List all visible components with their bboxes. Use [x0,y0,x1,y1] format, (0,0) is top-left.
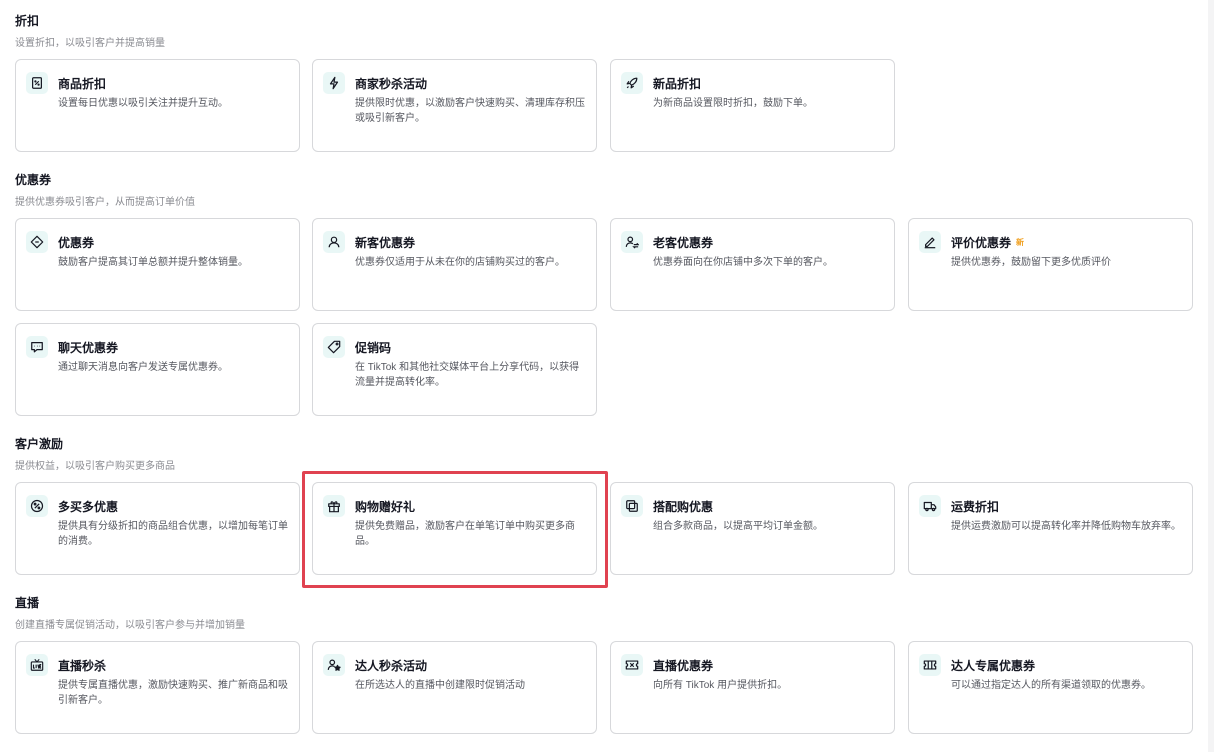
pen-icon [919,231,941,253]
card-title: 商品折扣 [58,77,107,91]
card-title: 达人专属优惠券 [951,659,1036,673]
card-promo-code[interactable]: 促销码 在 TikTok 和其他社交媒体平台上分享代码，以获得流量并提高转化率。 [312,323,597,416]
card-title: 优惠券 [58,236,95,250]
card-description: 提供优惠券，鼓励留下更多优质评价 [951,257,1111,268]
card-description: 优惠券仅适用于从未在你的店铺购买过的客户。 [355,257,565,268]
card-description: 在 TikTok 和其他社交媒体平台上分享代码，以获得流量并提高转化率。 [355,362,580,388]
card-description: 设置每日优惠以吸引关注并提升互动。 [58,98,228,109]
card-shipping-discount[interactable]: 运费折扣 提供运费激励可以提高转化率并降低购物车放弃率。 [908,482,1193,575]
creator-star-icon [323,654,345,676]
card-flash-sale[interactable]: 商家秒杀活动 提供限时优惠，以激励客户快速购买、清理库存积压或吸引新客户。 [312,59,597,152]
card-title: 运费折扣 [951,500,1000,514]
card-title: 多买多优惠 [58,500,119,514]
card-description: 可以通过指定达人的所有渠道领取的优惠券。 [951,680,1151,691]
card-title: 搭配购优惠 [653,500,714,514]
card-title-text: 评价优惠券 [951,236,1012,250]
section-subtitle-discount: 设置折扣，以吸引客户并提高销量 [15,38,165,49]
section-title-live: 直播 [15,596,40,610]
card-title: 聊天优惠券 [58,341,119,355]
card-returning-customer-coupon[interactable]: 老客优惠券 优惠券面向在你店铺中多次下单的客户。 [610,218,895,311]
ticket-icon [919,654,941,676]
card-description: 提供限时优惠，以激励客户快速购买、清理库存积压或吸引新客户。 [355,98,585,124]
card-description: 优惠券面向在你店铺中多次下单的客户。 [653,257,833,268]
card-description: 提供运费激励可以提高转化率并降低购物车放弃率。 [951,521,1181,532]
card-title: 老客优惠券 [653,236,714,250]
card-creator-flash-sale[interactable]: 达人秒杀活动 在所选达人的直播中创建限时促销活动 [312,641,597,734]
section-title-discount: 折扣 [15,14,40,28]
card-title: 直播秒杀 [58,659,107,673]
card-title: 促销码 [355,341,392,355]
card-description: 鼓励客户提高其订单总额并提升整体销量。 [58,257,248,268]
discount-tag-icon [26,72,48,94]
new-badge: 新 [1016,238,1025,247]
card-description: 组合多款商品，以提高平均订单金额。 [653,521,823,532]
lightning-icon [323,72,345,94]
card-description: 提供专属直播优惠，激励快速购买、推广新商品和吸引新客户。 [58,680,288,706]
card-product-discount[interactable]: 商品折扣 设置每日优惠以吸引关注并提升互动。 [15,59,300,152]
chat-icon [26,336,48,358]
card-title: 商家秒杀活动 [355,77,428,91]
section-title-coupons: 优惠券 [15,173,52,187]
card-coupon[interactable]: 优惠券 鼓励客户提高其订单总额并提升整体销量。 [15,218,300,311]
card-description: 向所有 TikTok 用户提供折扣。 [653,680,788,691]
section-subtitle-live: 创建直播专属促销活动，以吸引客户参与并增加销量 [15,620,245,631]
live-coupon-icon [621,654,643,676]
card-title: 新品折扣 [653,77,702,91]
card-tiered-discount[interactable]: 多买多优惠 提供具有分级折扣的商品组合优惠，以增加每笔订单的消费。 [15,482,300,575]
percent-icon [26,495,48,517]
card-title: 评价优惠券新 [951,234,1024,251]
card-chat-coupon[interactable]: 聊天优惠券 通过聊天消息向客户发送专属优惠券。 [15,323,300,416]
card-live-coupon[interactable]: 直播优惠券 向所有 TikTok 用户提供折扣。 [610,641,895,734]
section-subtitle-customer-incentives: 提供权益，以吸引客户购买更多商品 [15,461,175,472]
card-review-coupon[interactable]: 评价优惠券新 提供优惠券，鼓励留下更多优质评价 [908,218,1193,311]
card-description: 提供免费赠品，激励客户在单笔订单中购买更多商品。 [355,521,575,547]
card-bundle-deal[interactable]: 搭配购优惠 组合多款商品，以提高平均订单金额。 [610,482,895,575]
card-title: 达人秒杀活动 [355,659,428,673]
returning-user-icon [621,231,643,253]
card-new-product-discount[interactable]: 新品折扣 为新商品设置限时折扣，鼓励下单。 [610,59,895,152]
live-tv-icon [26,654,48,676]
gift-icon [323,495,345,517]
card-new-customer-coupon[interactable]: 新客优惠券 优惠券仅适用于从未在你的店铺购买过的客户。 [312,218,597,311]
card-gift-with-purchase[interactable]: 购物赠好礼 提供免费赠品，激励客户在单笔订单中购买更多商品。 [312,482,597,575]
section-subtitle-coupons: 提供优惠券吸引客户，从而提高订单价值 [15,197,195,208]
card-description: 通过聊天消息向客户发送专属优惠券。 [58,362,228,373]
section-title-customer-incentives: 客户激励 [15,437,64,451]
card-title: 新客优惠券 [355,236,416,250]
delivery-truck-icon [919,495,941,517]
coupon-icon [26,231,48,253]
user-icon [323,231,345,253]
card-title: 购物赠好礼 [355,500,416,514]
card-title: 直播优惠券 [653,659,714,673]
card-creator-exclusive-coupon[interactable]: 达人专属优惠券 可以通过指定达人的所有渠道领取的优惠券。 [908,641,1193,734]
card-description: 为新商品设置限时折扣，鼓励下单。 [653,98,813,109]
promo-tag-icon [323,336,345,358]
card-live-flash-sale[interactable]: 直播秒杀 提供专属直播优惠，激励快速购买、推广新商品和吸引新客户。 [15,641,300,734]
rocket-icon [621,72,643,94]
bundle-icon [621,495,643,517]
card-description: 在所选达人的直播中创建限时促销活动 [355,680,525,691]
scrollbar[interactable] [1208,0,1214,752]
card-description: 提供具有分级折扣的商品组合优惠，以增加每笔订单的消费。 [58,521,288,547]
